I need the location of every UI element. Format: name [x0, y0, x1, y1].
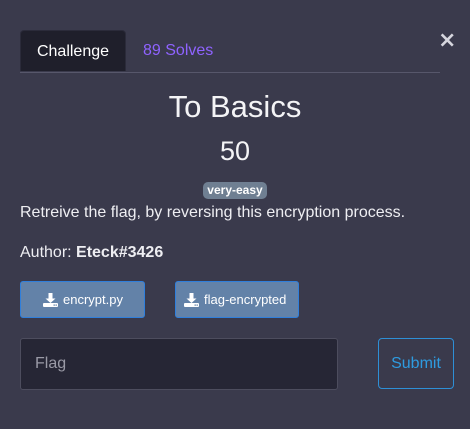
download-flag-encrypted-button[interactable]: flag-encrypted — [175, 281, 299, 318]
challenge-description: Retreive the flag, by reversing this enc… — [20, 204, 406, 221]
submit-button[interactable]: Submit — [378, 338, 454, 389]
flag-input[interactable] — [20, 338, 338, 390]
close-icon[interactable]: × — [438, 30, 456, 52]
download-icon — [184, 293, 199, 307]
challenge-tabs: Challenge 89 Solves — [20, 30, 440, 73]
tab-challenge[interactable]: Challenge — [20, 30, 126, 71]
difficulty-badge: very-easy — [203, 182, 267, 199]
difficulty-badge-wrapper: very-easy — [0, 181, 470, 199]
tab-solves[interactable]: 89 Solves — [143, 30, 213, 71]
author-label: Author: — [20, 244, 77, 261]
download-icon — [43, 293, 58, 307]
download-encrypt-py-button[interactable]: encrypt.py — [20, 281, 145, 318]
challenge-points: 50 — [219, 136, 251, 166]
file-label-encrypt-py: encrypt.py — [63, 292, 123, 307]
author-line: Author: Eteck#3426 — [20, 243, 163, 263]
author-name: Eteck#3426 — [76, 244, 164, 261]
file-label-flag-encrypted: flag-encrypted — [204, 292, 287, 307]
challenge-title: To Basics — [168, 89, 302, 124]
